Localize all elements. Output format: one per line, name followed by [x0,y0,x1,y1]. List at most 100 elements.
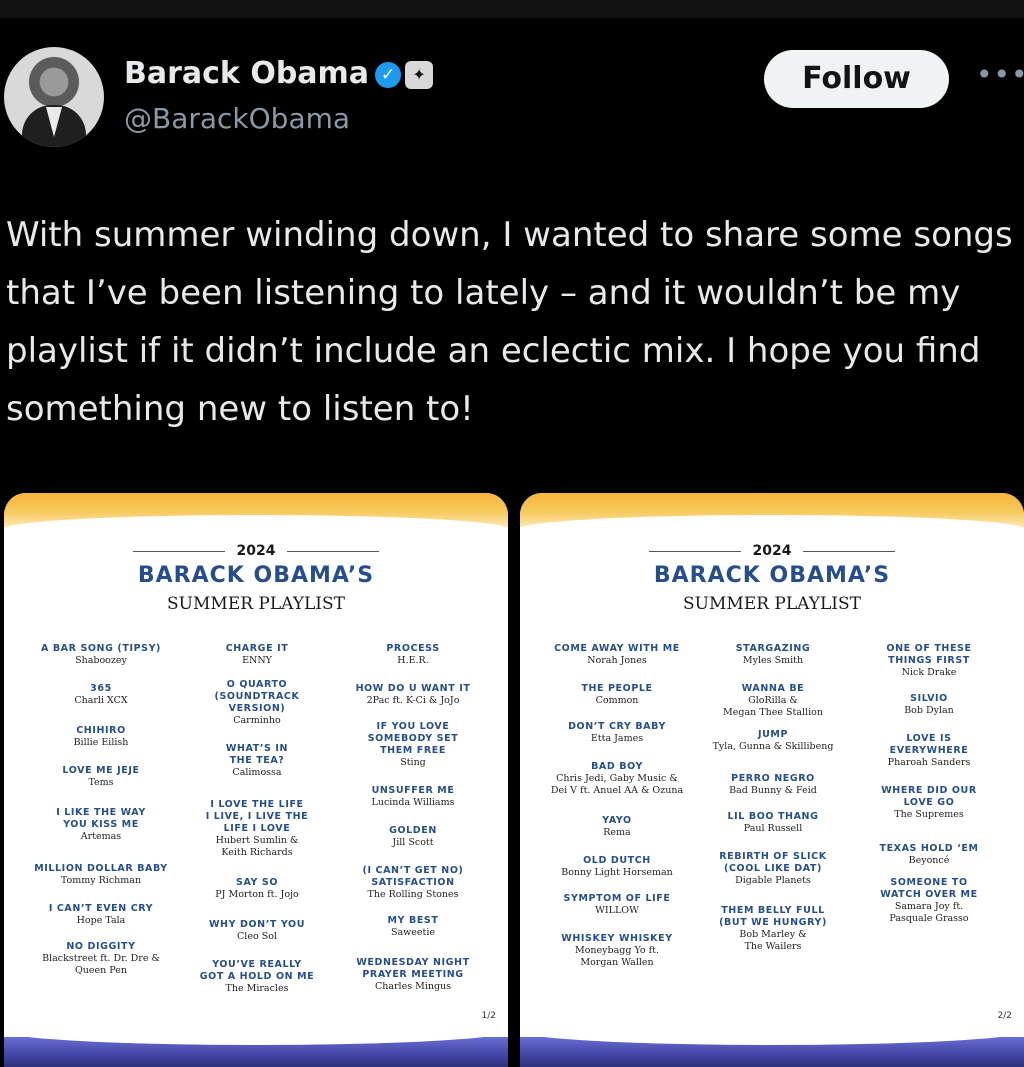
song-entry: I LIKE THE WAY YOU KISS ME Artemas [16,807,186,843]
song-entry: TEXAS HOLD ‘EM Beyoncé [844,843,1014,867]
song-title: SYMPTOM OF LIFE [563,893,671,904]
song-artist: Bonny Light Horseman [561,867,673,878]
song-artist: Beyoncé [908,855,950,866]
author-handle[interactable]: @BarackObama [124,102,350,135]
song-entry: NO DIGGITY Blackstreet ft. Dr. Dre & Quee… [16,941,186,977]
song-entry: LIL BOO THANG Paul Russell [688,811,858,835]
song-artist: Carminho [233,715,281,726]
song-entry: SOMEONE TO WATCH OVER ME Samara Joy ft. P… [844,877,1014,925]
song-title: COME AWAY WITH ME [554,643,680,654]
song-title: WHERE DID OUR LOVE GO [881,785,977,808]
playlist-year: 2024 [752,543,792,559]
playlist-title: BARACK OBAMA’S [137,563,375,588]
song-entry: WANNA BE GloRilla & Megan Thee Stallion [688,683,858,719]
song-artist: Lucinda Williams [371,797,455,808]
author-name-row[interactable]: Barack Obama ✓ ✦ [124,56,434,91]
song-artist: Tyla, Gunna & Skillibeng [712,741,834,752]
playlist-year-row: 2024 [520,543,1024,559]
song-artist: WILLOW [595,905,639,916]
song-title: BAD BOY [591,761,643,772]
song-title: JUMP [757,729,789,740]
song-entry: PERRO NEGRO Bad Bunny & Feid [688,773,858,797]
song-artist: Tems [88,777,114,788]
song-title: NO DIGGITY [66,941,136,952]
song-entry: LOVE IS EVERYWHERE Pharoah Sanders [844,733,1014,769]
verified-badge-icon: ✓ [375,61,402,88]
song-title: LOVE ME JEJE [62,765,140,776]
song-title: I LIKE THE WAY YOU KISS ME [56,807,146,830]
song-artist: Charles Mingus [374,981,452,992]
song-artist: Norah Jones [587,655,647,666]
song-entry: DON’T CRY BABY Etta James [532,721,702,745]
playlist-subtitle: SUMMER PLAYLIST [167,594,345,614]
song-title: MILLION DOLLAR BABY [34,863,168,874]
song-artist: Common [595,695,639,706]
song-title: OLD DUTCH [583,855,651,866]
song-entry: SILVIO Bob Dylan [844,693,1014,717]
page-indicator: 2/2 [997,1011,1012,1021]
song-artist: 2Pac ft. K-Ci & JoJo [366,695,460,706]
song-entry: WHERE DID OUR LOVE GO The Supremes [844,785,1014,821]
song-artist: Digable Planets [735,875,811,886]
song-entry: SAY SO PJ Morton ft. Jojo [172,877,342,901]
song-title: SAY SO [236,877,278,888]
song-title: O QUARTO (SOUNDTRACK VERSION) [214,679,300,714]
page-indicator: 1/2 [481,1011,496,1021]
song-title: REBIRTH OF SLICK (COOL LIKE DAT) [719,851,827,874]
more-options-icon[interactable]: ••• [976,58,1024,92]
song-artist: Myles Smith [742,655,804,666]
song-entry: REBIRTH OF SLICK (COOL LIKE DAT) Digable … [688,851,858,887]
song-entry: WHISKEY WHISKEY Moneybagg Yo ft. Morgan W… [532,933,702,969]
song-title: CHIHIRO [76,725,126,736]
song-artist: PJ Morton ft. Jojo [215,889,299,900]
divider [287,550,380,552]
playlist-image-2[interactable]: 2024 BARACK OBAMA’S SUMMER PLAYLIST COME… [520,493,1024,1067]
song-artist: Sting [400,757,426,768]
song-artist: Artemas [80,831,122,842]
playlist-title: BARACK OBAMA’S [653,563,891,588]
song-entry: JUMP Tyla, Gunna & Skillibeng [688,729,858,753]
song-entry: BAD BOY Chris Jedi, Gaby Music & Dei V ft… [532,761,702,797]
song-title: HOW DO U WANT IT [355,683,471,694]
song-entry: PROCESS H.E.R. [328,643,498,667]
avatar[interactable] [4,47,104,147]
song-title: 365 [90,683,112,694]
playlist-year: 2024 [236,543,276,559]
song-entry: YAYO Rema [532,815,702,839]
song-title: ONE OF THESE THINGS FIRST [886,643,972,666]
song-entry: LOVE ME JEJE Tems [16,765,186,789]
song-entry: CHIHIRO Billie Eilish [16,725,186,749]
playlist-subtitle: SUMMER PLAYLIST [683,594,861,614]
song-title: SILVIO [910,693,948,704]
song-title: WANNA BE [741,683,805,694]
song-entry: WHAT’S IN THE TEA? Calimossa [172,743,342,779]
song-title: PROCESS [386,643,440,654]
song-artist: Paul Russell [743,823,803,834]
song-artist: Etta James [590,733,644,744]
song-title: THE PEOPLE [581,683,653,694]
song-artist: Nick Drake [901,667,957,678]
song-title: UNSUFFER ME [371,785,455,796]
song-entry: OLD DUTCH Bonny Light Horseman [532,855,702,879]
song-entry: STARGAZING Myles Smith [688,643,858,667]
playlist-image-1[interactable]: 2024 BARACK OBAMA’S SUMMER PLAYLIST A BA… [4,493,508,1067]
song-title: PERRO NEGRO [731,773,815,784]
song-title: STARGAZING [735,643,811,654]
song-title: YOU’VE REALLY GOT A HOLD ON ME [199,959,315,982]
song-artist: Hubert Sumlin & Keith Richards [215,835,299,858]
follow-button[interactable]: Follow [764,50,949,108]
song-title: LOVE IS EVERYWHERE [889,733,969,756]
song-title: GOLDEN [389,825,437,836]
song-entry: IF YOU LOVE SOMEBODY SET THEM FREE Sting [328,721,498,769]
song-artist: Billie Eilish [73,737,129,748]
song-entry: I CAN’T EVEN CRY Hope Tala [16,903,186,927]
song-title: WHISKEY WHISKEY [561,933,673,944]
author-name[interactable]: Barack Obama [124,56,369,91]
song-entry: WEDNESDAY NIGHT PRAYER MEETING Charles Mi… [328,957,498,993]
song-artist: Saweetie [390,927,436,938]
song-artist: Tommy Richman [60,875,142,886]
song-entry: MILLION DOLLAR BABY Tommy Richman [16,863,186,887]
song-title: WEDNESDAY NIGHT PRAYER MEETING [356,957,470,980]
song-artist: Shaboozey [75,655,127,666]
song-title: MY BEST [387,915,439,926]
